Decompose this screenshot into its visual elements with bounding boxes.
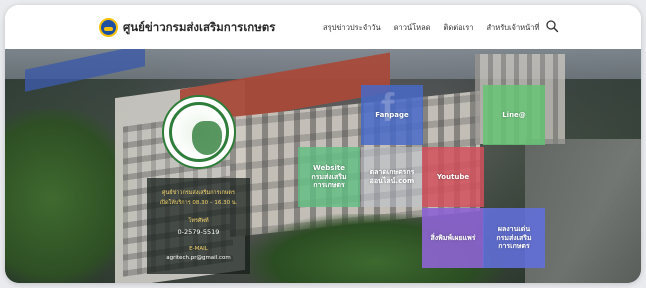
info-email[interactable]: agritech.pr@gmail.com — [147, 255, 250, 261]
line-label: Line@ — [502, 110, 526, 119]
nav-item-contact[interactable]: ติดต่อเรา — [444, 22, 474, 34]
info-phone-label: โทรศัพท์ — [188, 218, 209, 224]
website-label: Website กรมส่งเสริมการเกษตร — [298, 164, 360, 190]
youtube-label: Youtube — [436, 172, 470, 181]
search-icon[interactable] — [545, 19, 559, 33]
publications-label: สิ่งพิมพ์เผยแพร่ — [430, 233, 476, 242]
info-hours: เปิดให้บริการ 08.30 – 16.30 น. — [159, 200, 238, 206]
website-tile[interactable]: Website กรมส่งเสริมการเกษตร — [298, 147, 360, 207]
info-phone: 0-2579-5519 — [177, 228, 220, 236]
contact-info-box: ศูนย์ข่าวกรมส่งเสริมการเกษตร เปิดให้บริก… — [147, 178, 250, 274]
nav-item-staff[interactable]: สำหรับเจ้าหน้าที่ — [486, 22, 539, 34]
website-label-line1: Website — [313, 163, 345, 172]
online-market-tile[interactable]: ตลาดเกษตรกร ออนไลน์.com — [361, 147, 423, 207]
nav-item-download[interactable]: ดาวน์โหลด — [394, 22, 431, 34]
top-navbar: ศูนย์ข่าวกรมส่งเสริมการเกษตร สรุปข่าวประ… — [5, 5, 641, 49]
emblem-ring — [169, 102, 229, 162]
info-center-name: ศูนย์ข่าวกรมส่งเสริมการเกษตร — [162, 190, 235, 196]
nav-menu: สรุปข่าวประจำวัน ดาวน์โหลด ติดต่อเรา สำห… — [323, 22, 539, 34]
fanpage-tile[interactable]: f Fanpage — [361, 85, 423, 145]
line-tile[interactable]: Line@ — [483, 85, 545, 145]
hero-background: ศูนย์ข่าวกรมส่งเสริมการเกษตร เปิดให้บริก… — [5, 49, 641, 283]
department-highlights-tile[interactable]: ผลงานเด่น กรมส่งเสริมการเกษตร — [483, 208, 545, 268]
department-emblem — [162, 95, 236, 169]
department-highlights-line2: กรมส่งเสริมการเกษตร — [496, 233, 532, 251]
youtube-tile[interactable]: Youtube — [422, 147, 484, 207]
site-title[interactable]: ศูนย์ข่าวกรมส่งเสริมการเกษตร — [123, 19, 275, 37]
logo-icon[interactable] — [99, 18, 118, 37]
online-market-label: ตลาดเกษตรกร ออนไลน์.com — [370, 168, 415, 186]
page-card: ศูนย์ข่าวกรมส่งเสริมการเกษตร สรุปข่าวประ… — [5, 5, 641, 283]
department-highlights-line1: ผลงานเด่น — [497, 224, 531, 233]
publications-tile[interactable]: สิ่งพิมพ์เผยแพร่ — [422, 208, 484, 268]
online-market-line2: ออนไลน์.com — [369, 177, 415, 185]
website-label-line2: กรมส่งเสริมการเกษตร — [311, 172, 347, 190]
info-email-label: E-MAIL — [189, 246, 208, 252]
facebook-icon: f — [381, 86, 395, 130]
department-highlights-label: ผลงานเด่น กรมส่งเสริมการเกษตร — [483, 225, 545, 251]
emblem-figure — [192, 121, 222, 155]
online-market-line1: ตลาดเกษตรกร — [369, 168, 415, 177]
nav-item-daily-news[interactable]: สรุปข่าวประจำวัน — [323, 22, 381, 34]
